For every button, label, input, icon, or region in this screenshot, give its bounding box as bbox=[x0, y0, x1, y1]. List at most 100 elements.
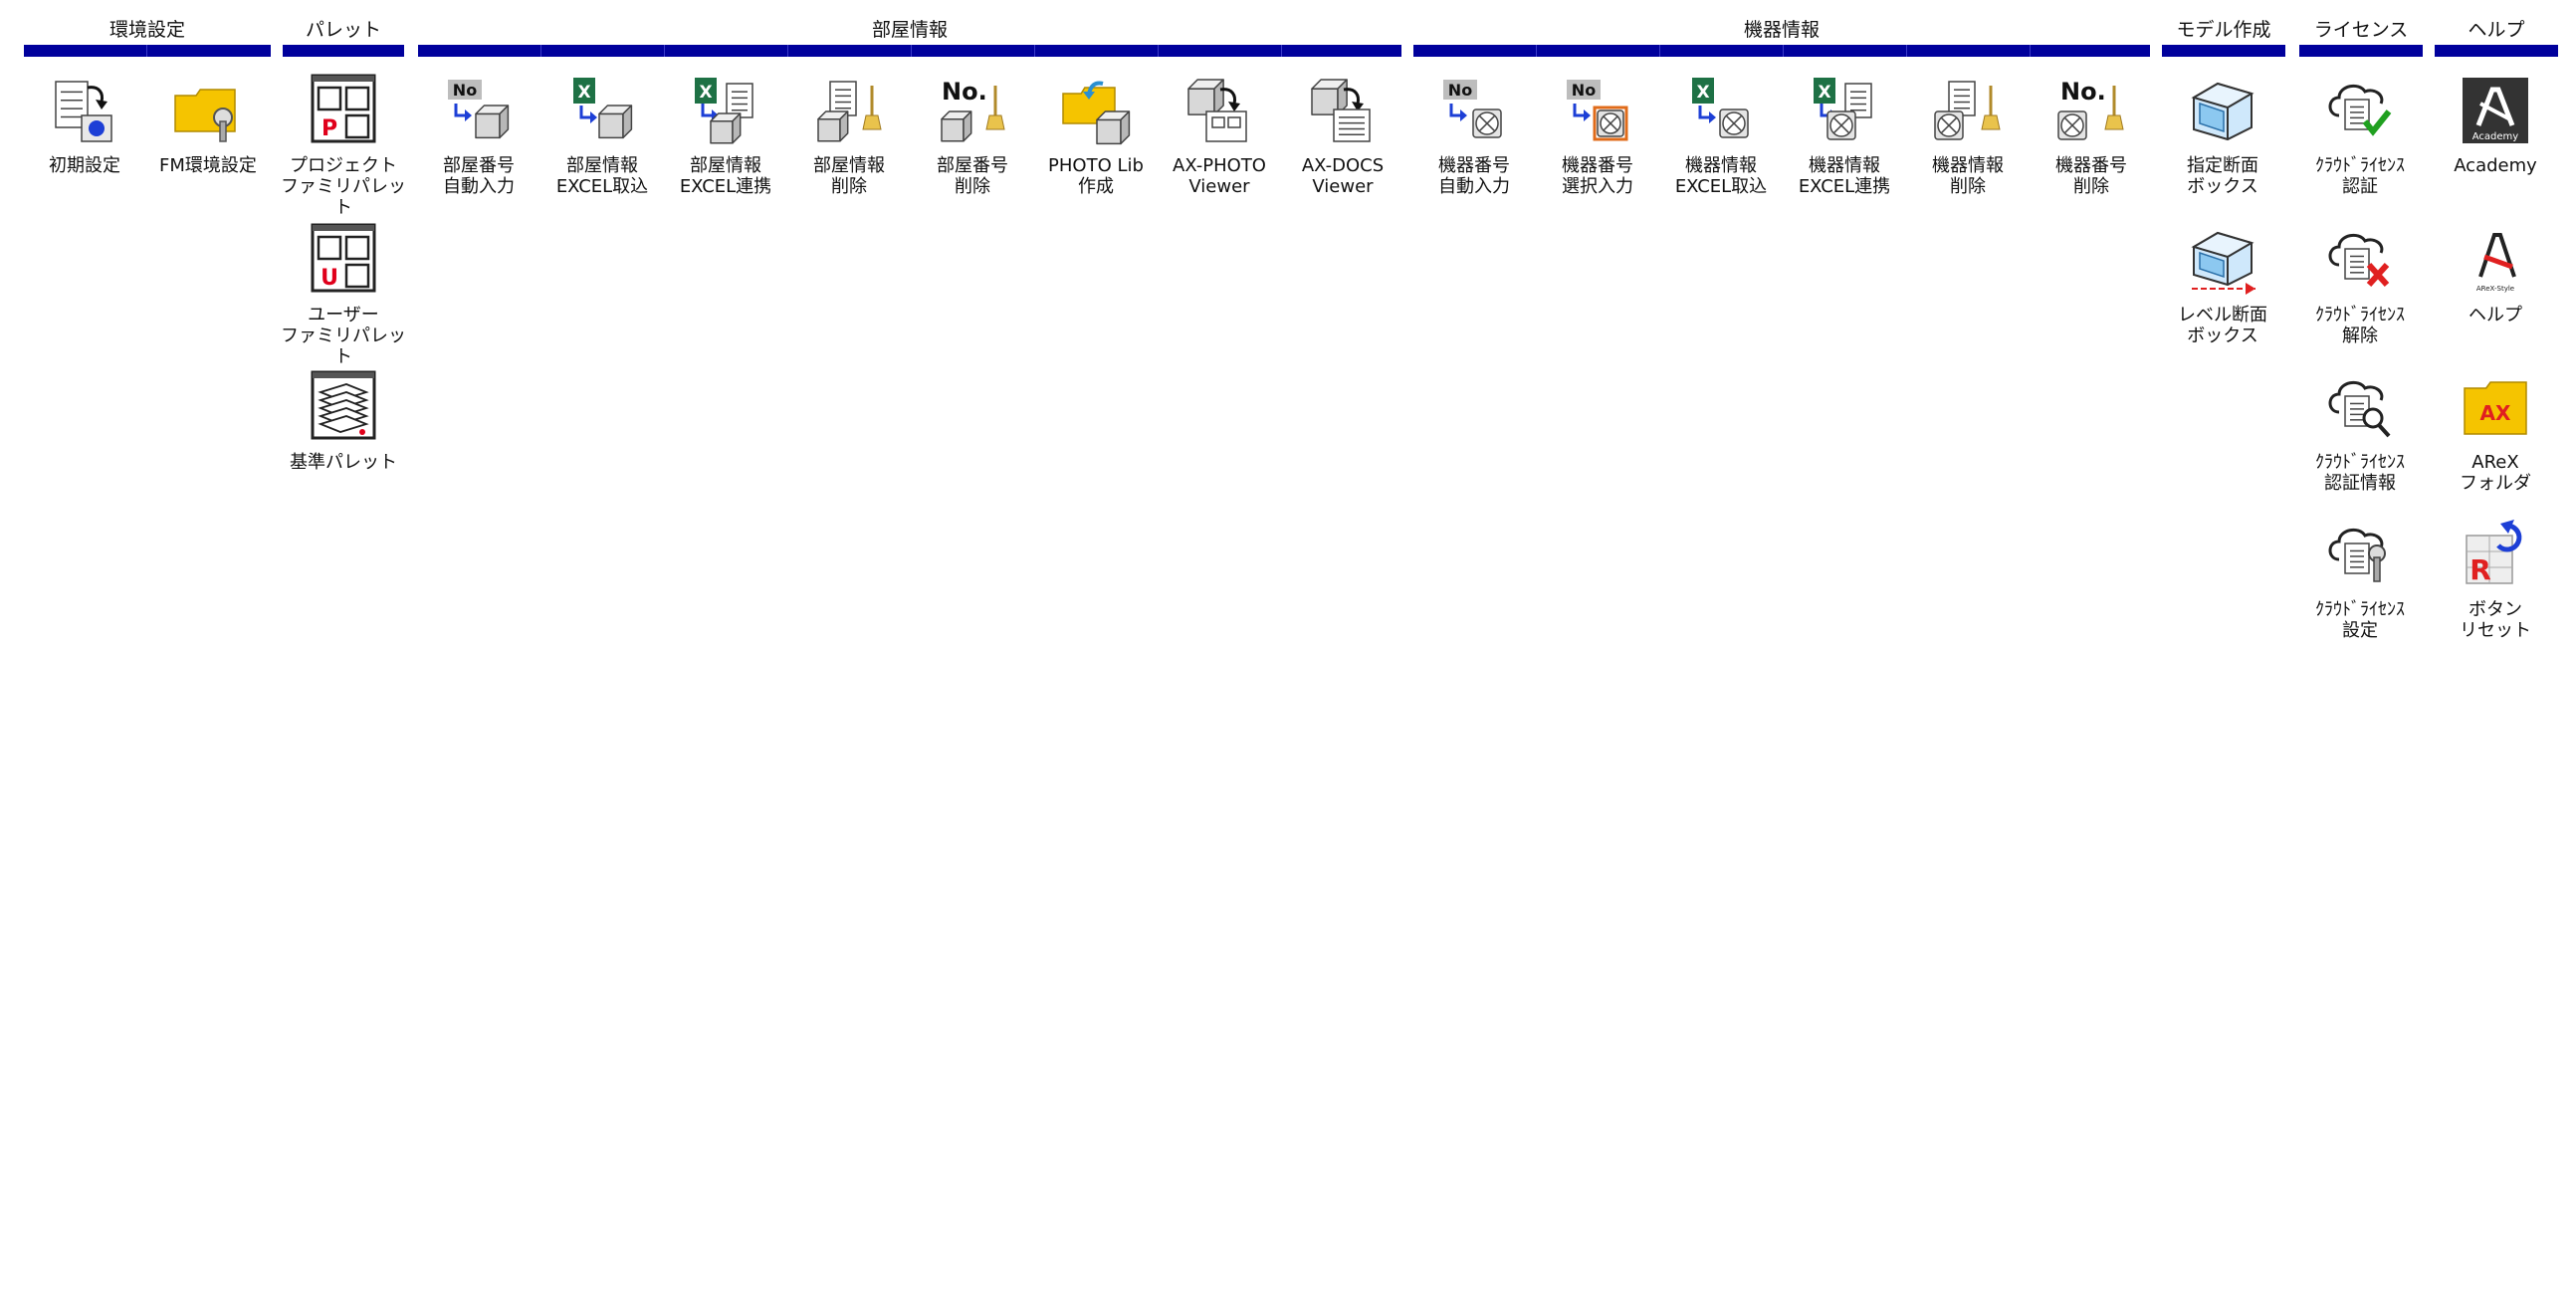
svg-text:U: U bbox=[321, 266, 338, 291]
svg-text:AReX-Style: AReX-Style bbox=[2476, 285, 2514, 293]
bar-separator bbox=[664, 45, 665, 57]
group-title: モデル作成 bbox=[2176, 19, 2271, 41]
svg-text:No.: No. bbox=[2060, 78, 2106, 106]
group-title: 部屋情報 bbox=[871, 19, 948, 41]
project-palette-icon: P bbox=[307, 74, 380, 147]
button-label: ｸﾗｳﾄﾞﾗｲｾﾝｽ 解除 bbox=[2315, 305, 2405, 346]
button-label: 初期設定 bbox=[49, 155, 120, 176]
svg-text:AX: AX bbox=[2480, 401, 2511, 425]
button-label: 機器番号 自動入力 bbox=[1438, 155, 1510, 197]
level-section-box-icon bbox=[2186, 223, 2259, 297]
svg-text:X: X bbox=[699, 83, 712, 103]
bar-separator bbox=[146, 45, 147, 57]
equipment-excel-link-icon: X bbox=[1808, 74, 1881, 147]
equipment-number-delete-button[interactable]: No. 機器番号 削除 bbox=[2030, 68, 2153, 207]
bar-separator bbox=[1536, 45, 1537, 57]
cloud-license-release-button[interactable]: ｸﾗｳﾄﾞﾗｲｾﾝｽ 解除 bbox=[2298, 217, 2422, 356]
initial-settings-button[interactable]: 初期設定 bbox=[23, 68, 146, 207]
equipment-number-select-button[interactable]: No 機器番号 選択入力 bbox=[1536, 68, 1659, 207]
svg-text:R: R bbox=[2469, 553, 2491, 586]
group-title: パレット bbox=[305, 19, 381, 41]
room-number-auto-button[interactable]: No 部屋番号 自動入力 bbox=[417, 68, 540, 207]
room-info-delete-button[interactable]: 部屋情報 削除 bbox=[787, 68, 911, 207]
svg-text:X: X bbox=[577, 83, 590, 103]
group-title: 機器情報 bbox=[1743, 19, 1820, 41]
bar-separator bbox=[1783, 45, 1784, 57]
ax-photo-viewer-icon bbox=[1182, 74, 1256, 147]
group-header-bar bbox=[2299, 45, 2423, 57]
button-label: 機器情報 EXCEL取込 bbox=[1674, 155, 1768, 197]
equipment-number-auto-button[interactable]: No 機器番号 自動入力 bbox=[1412, 68, 1536, 207]
project-palette-button[interactable]: P プロジェクト ファミリパレット bbox=[281, 68, 406, 218]
room-excel-import-icon: X bbox=[565, 74, 639, 147]
folder-wrench-icon bbox=[171, 74, 245, 147]
group-header-bar bbox=[283, 45, 404, 57]
svg-text:No: No bbox=[1572, 81, 1596, 100]
room-excel-import-button[interactable]: X 部屋情報 EXCEL取込 bbox=[540, 68, 664, 207]
bar-separator bbox=[1034, 45, 1035, 57]
user-palette-button[interactable]: U ユーザー ファミリパレット bbox=[281, 217, 406, 367]
equipment-excel-import-button[interactable]: X 機器情報 EXCEL取込 bbox=[1659, 68, 1783, 207]
button-reset-button[interactable]: R ボタン リセット bbox=[2434, 512, 2557, 651]
equipment-number-delete-icon: No. bbox=[2054, 74, 2128, 147]
button-reset-icon: R bbox=[2459, 518, 2532, 591]
button-label: 機器番号 削除 bbox=[2055, 155, 2127, 197]
button-label: 部屋情報 EXCEL取込 bbox=[555, 155, 649, 197]
equipment-excel-link-button[interactable]: X 機器情報 EXCEL連携 bbox=[1783, 68, 1906, 207]
room-number-delete-button[interactable]: No. 部屋番号 削除 bbox=[911, 68, 1034, 207]
cloud-license-settings-button[interactable]: ｸﾗｳﾄﾞﾗｲｾﾝｽ 設定 bbox=[2298, 512, 2422, 651]
photo-lib-create-button[interactable]: PHOTO Lib 作成 bbox=[1034, 68, 1158, 207]
bar-separator bbox=[1906, 45, 1907, 57]
help-button[interactable]: AReX-Style ヘルプ bbox=[2434, 217, 2557, 356]
folder-wrench-button[interactable]: FM環境設定 bbox=[146, 68, 270, 207]
button-label: ｸﾗｳﾄﾞﾗｲｾﾝｽ 認証情報 bbox=[2315, 452, 2405, 494]
section-box-icon bbox=[2186, 74, 2259, 147]
cloud-license-auth-icon bbox=[2323, 74, 2397, 147]
room-number-delete-icon: No. bbox=[936, 74, 1009, 147]
button-label: PHOTO Lib 作成 bbox=[1048, 155, 1144, 197]
bar-separator bbox=[1659, 45, 1660, 57]
equipment-info-delete-icon bbox=[1931, 74, 2005, 147]
button-label: 機器情報 EXCEL連携 bbox=[1798, 155, 1891, 197]
arex-folder-button[interactable]: AX AReX フォルダ bbox=[2434, 364, 2557, 504]
section-box-button[interactable]: 指定断面 ボックス bbox=[2161, 68, 2284, 207]
academy-button[interactable]: Academy Academy bbox=[2434, 68, 2557, 207]
bar-separator bbox=[911, 45, 912, 57]
group-title: ヘルプ bbox=[2468, 19, 2525, 41]
button-label: ボタン リセット bbox=[2460, 599, 2531, 641]
level-section-box-button[interactable]: レベル断面 ボックス bbox=[2161, 217, 2284, 356]
equipment-number-select-icon: No bbox=[1561, 74, 1634, 147]
svg-text:P: P bbox=[322, 116, 337, 141]
button-label: FM環境設定 bbox=[159, 155, 257, 176]
button-label: 基準パレット bbox=[290, 452, 397, 473]
room-excel-link-icon: X bbox=[689, 74, 762, 147]
group-header-bar bbox=[2435, 45, 2558, 57]
button-label: レベル断面 ボックス bbox=[2178, 305, 2267, 346]
initial-settings-icon bbox=[48, 74, 121, 147]
equipment-info-delete-button[interactable]: 機器情報 削除 bbox=[1906, 68, 2030, 207]
room-info-delete-icon bbox=[812, 74, 886, 147]
cloud-license-auth-button[interactable]: ｸﾗｳﾄﾞﾗｲｾﾝｽ 認証 bbox=[2298, 68, 2422, 207]
svg-text:Academy: Academy bbox=[2472, 131, 2519, 142]
button-label: 部屋情報 削除 bbox=[813, 155, 885, 197]
group-header-bar bbox=[418, 45, 1401, 57]
button-label: 部屋番号 削除 bbox=[937, 155, 1008, 197]
button-label: ヘルプ bbox=[2469, 305, 2522, 326]
button-label: プロジェクト ファミリパレット bbox=[281, 155, 406, 218]
level-palette-button[interactable]: 基準パレット bbox=[282, 364, 405, 504]
group-title: 環境設定 bbox=[108, 19, 185, 41]
level-palette-icon bbox=[307, 370, 380, 444]
ax-photo-viewer-button[interactable]: AX-PHOTO Viewer bbox=[1158, 68, 1281, 207]
bar-separator bbox=[1158, 45, 1159, 57]
room-excel-link-button[interactable]: X 部屋情報 EXCEL連携 bbox=[664, 68, 787, 207]
group-title: ライセンス bbox=[2313, 19, 2409, 41]
photo-lib-create-icon bbox=[1059, 74, 1133, 147]
help-icon: AReX-Style bbox=[2459, 223, 2532, 297]
cloud-license-info-button[interactable]: ｸﾗｳﾄﾞﾗｲｾﾝｽ 認証情報 bbox=[2298, 364, 2422, 504]
academy-icon: Academy bbox=[2459, 74, 2532, 147]
button-label: ｸﾗｳﾄﾞﾗｲｾﾝｽ 認証 bbox=[2315, 155, 2405, 197]
button-label: AX-DOCS Viewer bbox=[1301, 155, 1385, 197]
svg-text:No: No bbox=[1448, 81, 1472, 100]
button-label: ｸﾗｳﾄﾞﾗｲｾﾝｽ 設定 bbox=[2315, 599, 2405, 641]
ax-docs-viewer-button[interactable]: AX-DOCS Viewer bbox=[1281, 68, 1404, 207]
